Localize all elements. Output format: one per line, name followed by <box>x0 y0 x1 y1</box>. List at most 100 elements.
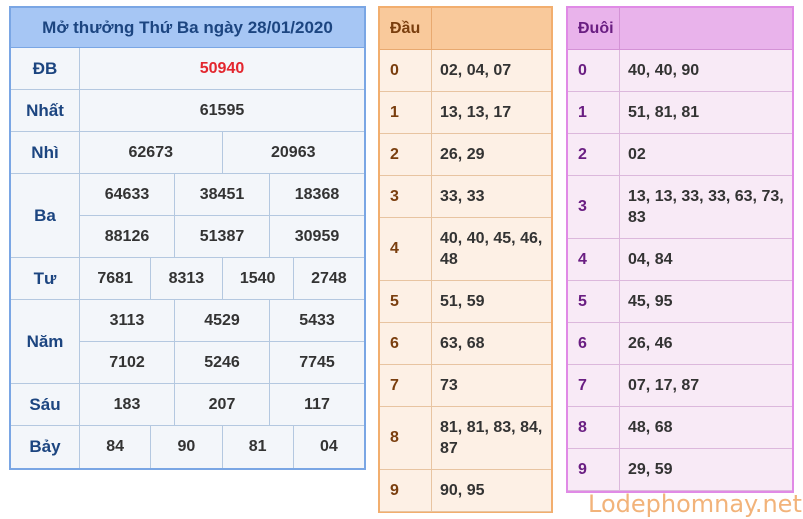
duoi-row: 7 07, 17, 87 <box>568 365 792 407</box>
dau-digit: 7 <box>380 365 432 406</box>
duoi-digit: 6 <box>568 323 620 364</box>
prize-number: 7745 <box>299 353 335 371</box>
duoi-numbers: 13, 13, 33, 33, 63, 73, 83 <box>628 188 784 226</box>
prize-line: 88126 51387 30959 <box>80 216 364 257</box>
duoi-numbers: 26, 46 <box>628 335 673 352</box>
prize-values: 183 207 117 <box>80 384 364 425</box>
duoi-row: 3 13, 13, 33, 33, 63, 73, 83 <box>568 176 792 239</box>
prize-number: 51387 <box>175 216 270 257</box>
dau-numbers: 02, 04, 07 <box>440 62 512 79</box>
duoi-digit: 3 <box>568 176 620 238</box>
results-row: Sáu 183 207 117 <box>11 384 364 426</box>
prize-line: 61595 <box>80 90 364 131</box>
results-row: Tư 7681 8313 1540 2748 <box>11 258 364 300</box>
dau-row: 3 33, 33 <box>380 176 551 218</box>
results-title: Mở thưởng Thứ Ba ngày 28/01/2020 <box>11 8 364 48</box>
duoi-header-row: Đuôi <box>568 8 792 50</box>
prize-values: 61595 <box>80 90 364 131</box>
duoi-digit: 2 <box>568 134 620 175</box>
dau-table: Đầu 0 02, 04, 07 1 13, 13, 17 2 26, 29 3 33, 33… <box>378 6 553 513</box>
duoi-numbers: 07, 17, 87 <box>628 377 700 394</box>
dau-row: 0 02, 04, 07 <box>380 50 551 92</box>
special-prize-number: 50940 <box>199 59 245 77</box>
duoi-row: 2 02 <box>568 134 792 176</box>
duoi-digit: 8 <box>568 407 620 448</box>
prize-number: 30959 <box>294 227 340 245</box>
dau-row: 1 13, 13, 17 <box>380 92 551 134</box>
duoi-row: 4 04, 84 <box>568 239 792 281</box>
dau-digit: 6 <box>380 323 432 364</box>
duoi-row: 5 45, 95 <box>568 281 792 323</box>
dau-header-blank <box>432 8 551 49</box>
prize-line: 183 207 117 <box>80 384 364 425</box>
prize-line: 50940 <box>80 48 364 89</box>
prize-number: 1540 <box>223 258 294 299</box>
prize-values: 62673 20963 <box>80 132 364 173</box>
results-body: ĐB 50940 Nhất 61595 Nhì 62673 20963 Ba 64633 3845… <box>11 48 364 468</box>
dau-numbers: 26, 29 <box>440 146 485 163</box>
prize-number: 117 <box>304 395 330 413</box>
duoi-row: 9 29, 59 <box>568 449 792 491</box>
dau-row: 9 90, 95 <box>380 470 551 512</box>
prize-number: 8313 <box>151 258 223 299</box>
prize-number: 64633 <box>80 174 175 215</box>
results-row: Nhất 61595 <box>11 90 364 132</box>
prize-number: 183 <box>80 384 175 425</box>
dau-row: 6 63, 68 <box>380 323 551 365</box>
prize-number: 84 <box>80 426 152 468</box>
duoi-digit: 4 <box>568 239 620 280</box>
dau-digit: 8 <box>380 407 432 469</box>
prize-line: 62673 20963 <box>80 132 364 173</box>
prize-number: 38451 <box>175 174 270 215</box>
prize-values: 50940 <box>80 48 364 89</box>
duoi-header-blank <box>620 8 792 49</box>
site-watermark: Lodephomnay.net <box>588 490 802 518</box>
dau-digit: 4 <box>380 218 432 280</box>
prize-number: 5246 <box>175 342 270 383</box>
prize-number: 88126 <box>80 216 175 257</box>
duoi-numbers: 45, 95 <box>628 293 673 310</box>
dau-numbers: 81, 81, 83, 84, 87 <box>440 419 543 457</box>
prize-values: 64633 38451 18368 88126 51387 30959 <box>80 174 364 257</box>
prize-line: 64633 38451 18368 <box>80 174 364 216</box>
prize-line: 3113 4529 5433 <box>80 300 364 342</box>
results-row: ĐB 50940 <box>11 48 364 90</box>
dau-row: 2 26, 29 <box>380 134 551 176</box>
dau-digit: 0 <box>380 50 432 91</box>
prize-values: 84 90 81 04 <box>80 426 364 468</box>
dau-digit: 9 <box>380 470 432 511</box>
prize-number: 5433 <box>299 311 335 329</box>
dau-numbers: 40, 40, 45, 46, 48 <box>440 230 543 268</box>
duoi-row: 8 48, 68 <box>568 407 792 449</box>
prize-label: Năm <box>11 300 80 383</box>
dau-header-row: Đầu <box>380 8 551 50</box>
results-row: Năm 3113 4529 5433 7102 5246 7745 <box>11 300 364 384</box>
prize-number: 7681 <box>80 258 152 299</box>
prize-number: 62673 <box>80 132 223 173</box>
duoi-header: Đuôi <box>568 8 620 49</box>
prize-label: Nhất <box>11 90 80 131</box>
results-table: Mở thưởng Thứ Ba ngày 28/01/2020 ĐB 50940… <box>9 6 366 470</box>
dau-row: 7 73 <box>380 365 551 407</box>
dau-row: 8 81, 81, 83, 84, 87 <box>380 407 551 470</box>
dau-digit: 1 <box>380 92 432 133</box>
prize-label: ĐB <box>11 48 80 89</box>
duoi-row: 6 26, 46 <box>568 323 792 365</box>
duoi-numbers: 02 <box>628 146 646 163</box>
results-row: Ba 64633 38451 18368 88126 51387 30959 <box>11 174 364 258</box>
prize-number: 04 <box>319 438 338 455</box>
duoi-numbers: 48, 68 <box>628 419 673 436</box>
prize-number: 3113 <box>80 300 175 341</box>
duoi-row: 1 51, 81, 81 <box>568 92 792 134</box>
dau-numbers: 63, 68 <box>440 335 485 352</box>
prize-number: 81 <box>223 426 294 468</box>
results-row: Nhì 62673 20963 <box>11 132 364 174</box>
prize-number: 90 <box>151 426 223 468</box>
duoi-digit: 1 <box>568 92 620 133</box>
prize-number: 207 <box>175 384 270 425</box>
duoi-numbers: 29, 59 <box>628 461 673 478</box>
dau-numbers: 13, 13, 17 <box>440 104 512 121</box>
dau-digit: 5 <box>380 281 432 322</box>
prize-values: 7681 8313 1540 2748 <box>80 258 364 299</box>
prize-label: Sáu <box>11 384 80 425</box>
